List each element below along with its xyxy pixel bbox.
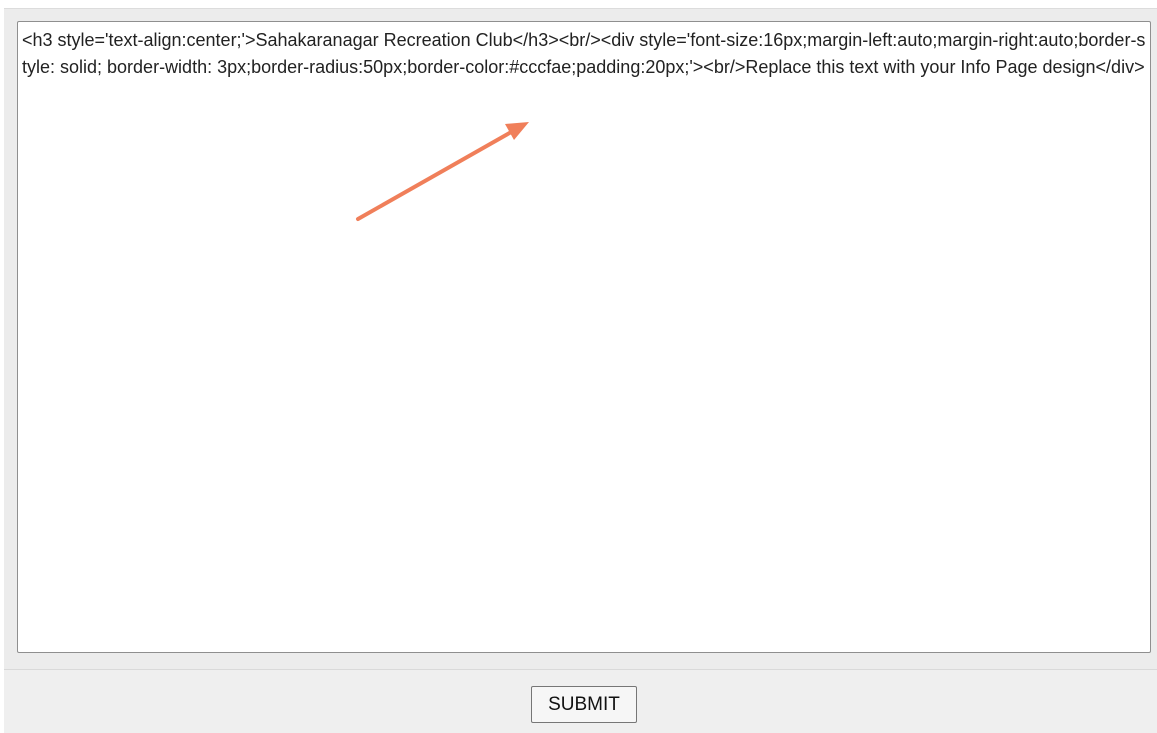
info-page-html-textarea[interactable]: <h3 style='text-align:center;'>Sahakaran…: [17, 21, 1151, 653]
submit-button[interactable]: SUBMIT: [531, 686, 637, 723]
form-footer: SUBMIT: [4, 670, 1157, 733]
form-panel: <h3 style='text-align:center;'>Sahakaran…: [4, 8, 1157, 733]
